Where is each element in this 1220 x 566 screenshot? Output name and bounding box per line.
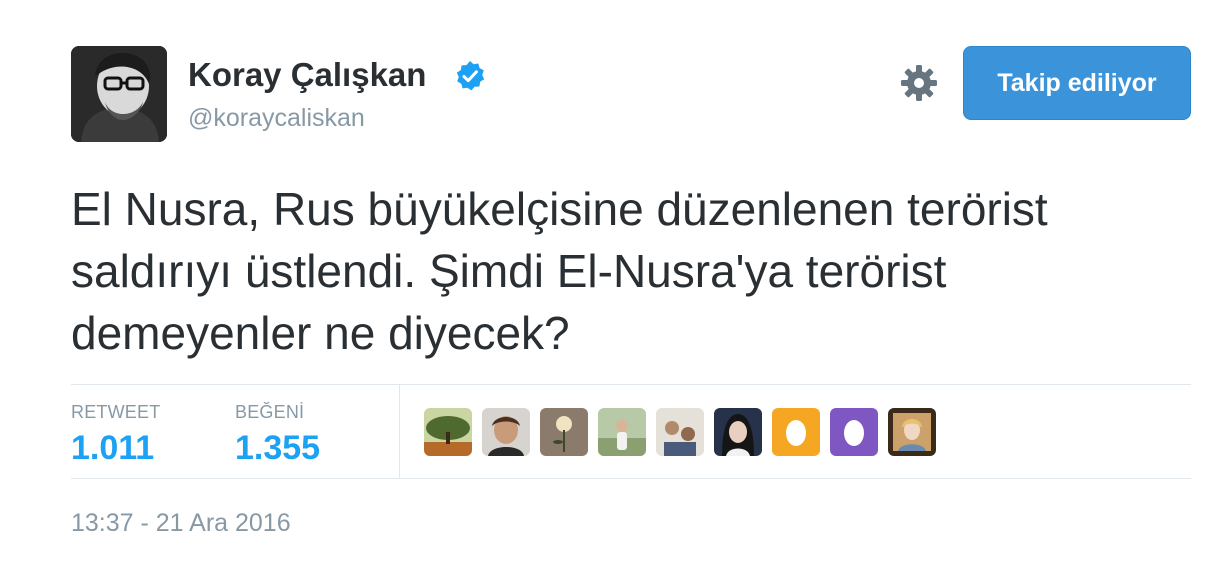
- liker-avatar[interactable]: [888, 408, 936, 456]
- liker-avatar[interactable]: [540, 408, 588, 456]
- liker-avatar[interactable]: [830, 408, 878, 456]
- tweet-text: El Nusra, Rus büyükelçisine düzenlenen t…: [71, 178, 1191, 364]
- display-name[interactable]: Koray Çalışkan: [188, 56, 426, 94]
- likers-avatar-row: [424, 408, 936, 456]
- liker-avatar[interactable]: [714, 408, 762, 456]
- default-egg-avatar-icon: [830, 408, 878, 456]
- like-value: 1.355: [235, 429, 321, 467]
- tweet-text-line: saldırıyı üstlendi. Şimdi El-Nusra'ya te…: [71, 245, 947, 297]
- liker-avatar[interactable]: [424, 408, 472, 456]
- tweet-text-line: demeyenler ne diyecek?: [71, 307, 570, 359]
- like-count[interactable]: BEĞENİ 1.355: [235, 402, 320, 468]
- person-photo-avatar-icon: [482, 408, 530, 456]
- profile-avatar[interactable]: [71, 46, 167, 142]
- stats-bottom-divider: [71, 478, 1191, 479]
- stats-top-divider: [71, 384, 1191, 385]
- tweet-text-line: El Nusra, Rus büyükelçisine düzenlenen t…: [71, 183, 1048, 235]
- stats-vertical-divider: [399, 385, 400, 478]
- tweet-timestamp[interactable]: 13:37 - 21 Ara 2016: [71, 509, 291, 538]
- profile-photo: [71, 46, 167, 142]
- retweet-count[interactable]: RETWEET 1.011: [71, 402, 160, 468]
- retweet-label: RETWEET: [71, 402, 161, 422]
- liker-avatar[interactable]: [772, 408, 820, 456]
- liker-avatar[interactable]: [482, 408, 530, 456]
- liker-avatar[interactable]: [598, 408, 646, 456]
- woman-photo-avatar-icon: [714, 408, 762, 456]
- default-egg-avatar-icon: [772, 408, 820, 456]
- following-button[interactable]: Takip ediliyor: [963, 46, 1191, 120]
- tree-photo-avatar-icon: [424, 408, 472, 456]
- framed-portrait-avatar-icon: [888, 408, 936, 456]
- user-handle[interactable]: @koraycaliskan: [188, 104, 365, 133]
- verified-badge-icon: [456, 61, 485, 91]
- group-photo-avatar-icon: [656, 408, 704, 456]
- gear-icon[interactable]: [900, 64, 938, 102]
- like-label: BEĞENİ: [235, 402, 305, 422]
- retweet-value: 1.011: [71, 429, 155, 467]
- outdoor-person-avatar-icon: [598, 408, 646, 456]
- liker-avatar[interactable]: [656, 408, 704, 456]
- flower-photo-avatar-icon: [540, 408, 588, 456]
